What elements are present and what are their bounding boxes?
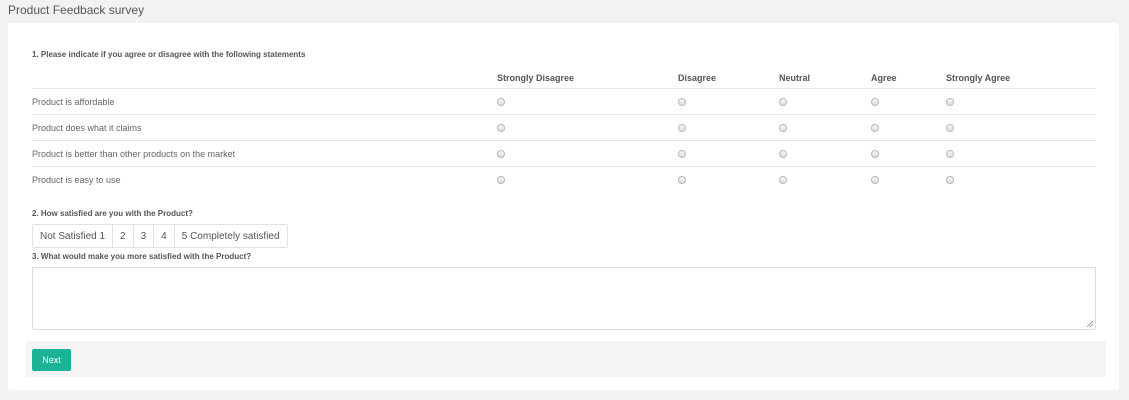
column-header-strongly-agree: Strongly Agree xyxy=(946,67,1096,89)
radio-better-neutral[interactable] xyxy=(779,150,787,159)
resize-handle-icon[interactable] xyxy=(1087,321,1093,327)
radio-better-strongly-disagree[interactable] xyxy=(497,150,505,159)
rating-option-5[interactable]: 5 Completely satisfied xyxy=(175,225,287,247)
form-footer: Next xyxy=(26,341,1106,377)
column-header-disagree: Disagree xyxy=(678,67,779,89)
next-button[interactable]: Next xyxy=(32,349,71,371)
statement-better-than-others: Product is better than other products on… xyxy=(32,140,497,167)
matrix-header-row: Strongly Disagree Disagree Neutral Agree… xyxy=(32,67,1096,89)
statement-affordable: Product is affordable xyxy=(32,88,497,115)
radio-claims-strongly-disagree[interactable] xyxy=(497,124,505,133)
table-row: Product is affordable xyxy=(32,88,1096,115)
radio-claims-strongly-agree[interactable] xyxy=(946,124,954,133)
table-row: Product is easy to use xyxy=(32,167,1096,193)
radio-affordable-neutral[interactable] xyxy=(779,98,787,107)
matrix-header-empty xyxy=(32,67,497,89)
table-row: Product is better than other products on… xyxy=(32,140,1096,167)
question-1-title: 1. Please indicate if you agree or disag… xyxy=(32,50,306,59)
survey-card: 1. Please indicate if you agree or disag… xyxy=(8,23,1119,390)
column-header-agree: Agree xyxy=(871,67,946,89)
page-title: Product Feedback survey xyxy=(8,3,145,17)
question-2-title: 2. How satisfied are you with the Produc… xyxy=(32,209,193,218)
radio-affordable-strongly-agree[interactable] xyxy=(946,98,954,107)
rating-option-4[interactable]: 4 xyxy=(154,225,175,247)
radio-claims-disagree[interactable] xyxy=(678,124,686,133)
radio-better-disagree[interactable] xyxy=(678,150,686,159)
question-3-title: 3. What would make you more satisfied wi… xyxy=(32,252,252,261)
column-header-neutral: Neutral xyxy=(779,67,871,89)
radio-easy-disagree[interactable] xyxy=(678,176,686,185)
agreement-matrix: Strongly Disagree Disagree Neutral Agree… xyxy=(32,67,1096,192)
statement-easy-to-use: Product is easy to use xyxy=(32,174,121,185)
radio-claims-neutral[interactable] xyxy=(779,124,787,133)
radio-easy-strongly-agree[interactable] xyxy=(946,176,954,185)
rating-option-2[interactable]: 2 xyxy=(113,225,134,247)
radio-easy-agree[interactable] xyxy=(871,176,879,185)
radio-better-strongly-agree[interactable] xyxy=(946,150,954,159)
column-header-strongly-disagree: Strongly Disagree xyxy=(497,67,678,89)
radio-affordable-strongly-disagree[interactable] xyxy=(497,98,505,107)
radio-affordable-agree[interactable] xyxy=(871,98,879,107)
table-row: Product does what it claims xyxy=(32,114,1096,141)
rating-option-1[interactable]: Not Satisfied 1 xyxy=(33,225,114,247)
radio-easy-strongly-disagree[interactable] xyxy=(497,176,505,185)
radio-easy-neutral[interactable] xyxy=(779,176,787,185)
radio-affordable-disagree[interactable] xyxy=(678,98,686,107)
statement-does-what-it-claims: Product does what it claims xyxy=(32,114,497,141)
radio-claims-agree[interactable] xyxy=(871,124,879,133)
answer-textarea[interactable] xyxy=(32,267,1096,330)
satisfaction-rating: Not Satisfied 1 2 3 4 5 Completely satis… xyxy=(32,224,288,248)
rating-option-3[interactable]: 3 xyxy=(134,225,155,247)
radio-better-agree[interactable] xyxy=(871,150,879,159)
